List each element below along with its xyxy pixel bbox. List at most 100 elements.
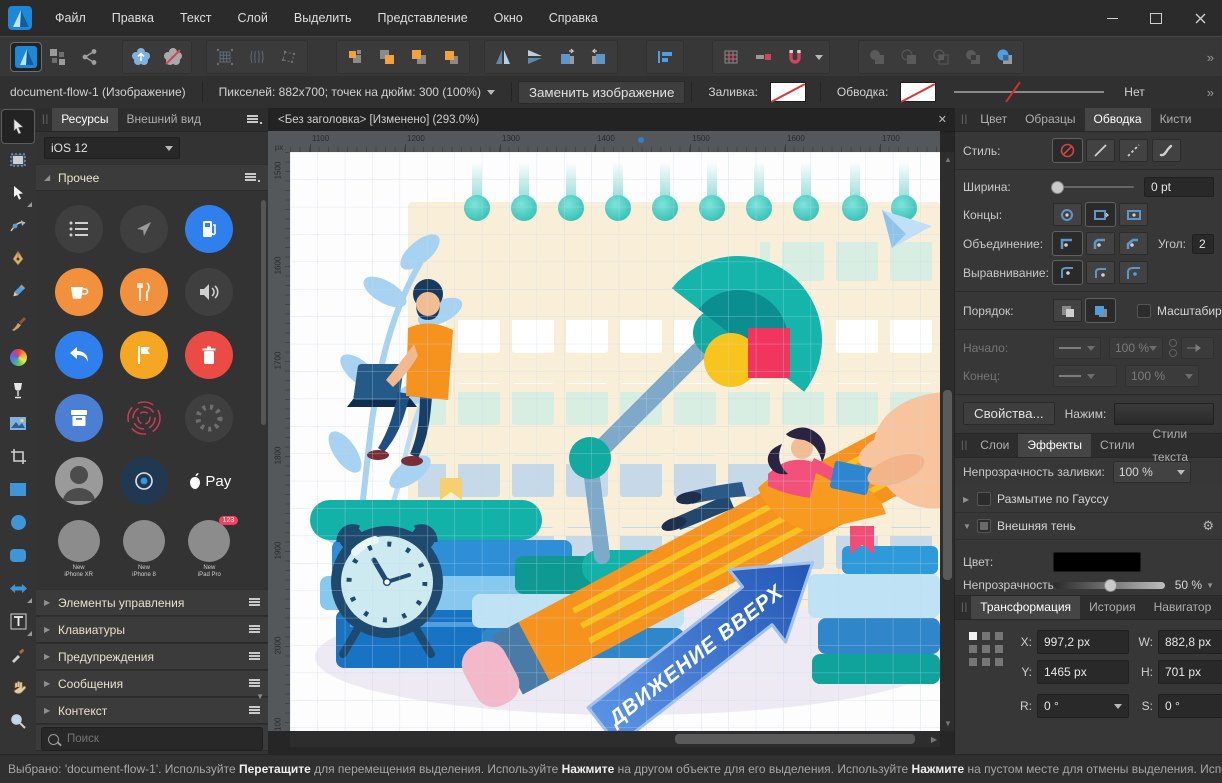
section-menu-icon[interactable] bbox=[249, 598, 260, 607]
section-menu-icon[interactable] bbox=[249, 625, 260, 634]
rounded-rectangle-tool[interactable] bbox=[2, 539, 34, 572]
menu-layer[interactable]: Слой bbox=[224, 0, 280, 36]
rectangle-tool[interactable] bbox=[2, 473, 34, 506]
pen-tool[interactable] bbox=[2, 242, 34, 275]
section-controls[interactable]: ▶Элементы управления bbox=[36, 589, 268, 616]
stroke-width-slider[interactable] bbox=[1053, 186, 1134, 188]
document-close-icon[interactable]: ✕ bbox=[938, 113, 947, 126]
tab-navigator[interactable]: Навигатор bbox=[1145, 596, 1221, 619]
warp-button[interactable] bbox=[242, 43, 272, 71]
move-forward-one-button[interactable] bbox=[404, 43, 434, 71]
section-menu-button[interactable] bbox=[245, 173, 260, 182]
arrow-shape-tool[interactable] bbox=[2, 572, 34, 605]
contextbar-overflow-button[interactable]: » bbox=[1207, 85, 1214, 100]
w-field[interactable]: 882,8 px bbox=[1158, 630, 1222, 654]
asset-fuel-icon[interactable] bbox=[185, 205, 233, 253]
transparency-tool[interactable] bbox=[2, 374, 34, 407]
boolean-intersect-button[interactable] bbox=[926, 43, 956, 71]
move-tool[interactable] bbox=[2, 110, 34, 143]
tab-appearance[interactable]: Внешний вид bbox=[118, 108, 210, 131]
ellipse-tool[interactable] bbox=[2, 506, 34, 539]
stroke-style-brush-button[interactable] bbox=[1152, 139, 1181, 162]
artboard-tool[interactable] bbox=[2, 143, 34, 176]
effect-expanded-icon[interactable]: ▼ bbox=[963, 522, 977, 531]
outer-shadow-checkbox[interactable] bbox=[977, 519, 991, 533]
scroll-down-icon[interactable]: ▼ bbox=[944, 719, 952, 728]
stroke-width-slider[interactable] bbox=[954, 91, 1104, 93]
end-style-dropdown[interactable] bbox=[1053, 365, 1117, 387]
panel-grip[interactable]: || bbox=[961, 440, 968, 451]
show-grid-button[interactable] bbox=[716, 43, 746, 71]
start-scale-dropdown[interactable]: 100 % bbox=[1109, 337, 1163, 359]
node-tool[interactable] bbox=[2, 176, 34, 209]
asset-fingerprint-icon[interactable] bbox=[120, 394, 168, 442]
tab-assets[interactable]: Ресурсы bbox=[52, 108, 117, 131]
snap-to-pixel-button[interactable] bbox=[748, 43, 778, 71]
properties-button[interactable]: Свойства... bbox=[963, 402, 1055, 425]
align-inside-button[interactable] bbox=[1086, 261, 1115, 284]
section-context[interactable]: ▶Контекст bbox=[36, 697, 268, 724]
move-to-back-button[interactable] bbox=[340, 43, 370, 71]
anchor-point-selector[interactable] bbox=[969, 632, 1004, 720]
fill-swatch[interactable] bbox=[770, 82, 806, 102]
vertical-scroll-thumb[interactable] bbox=[943, 390, 952, 580]
fill-opacity-dropdown[interactable]: 100 % bbox=[1113, 461, 1191, 483]
shadow-color-swatch[interactable] bbox=[1053, 552, 1141, 572]
illustration-canvas[interactable]: ДВИЖЕНИЕ ВВЕРХ bbox=[290, 152, 940, 731]
tab-stroke[interactable]: Обводка bbox=[1085, 108, 1151, 131]
menu-window[interactable]: Окно bbox=[481, 0, 536, 36]
move-to-front-button[interactable] bbox=[436, 43, 466, 71]
corner-tool[interactable] bbox=[2, 209, 34, 242]
section-messages[interactable]: ▶Сообщения bbox=[36, 670, 268, 697]
slider-knob[interactable] bbox=[1051, 181, 1064, 194]
asset-apple-pay-icon[interactable]: Pay bbox=[185, 457, 233, 505]
tab-colour[interactable]: Цвет bbox=[971, 108, 1016, 131]
asset-list-icon[interactable] bbox=[55, 205, 103, 253]
asset-coffee-icon[interactable] bbox=[55, 268, 103, 316]
join-miter-button[interactable] bbox=[1053, 232, 1082, 255]
tab-transform[interactable]: Трансформация bbox=[971, 596, 1080, 619]
menu-view[interactable]: Представление bbox=[365, 0, 481, 36]
horizontal-scroll-thumb[interactable] bbox=[675, 734, 915, 744]
category-select[interactable]: iOS 12 bbox=[44, 137, 180, 159]
pressure-profile-field[interactable] bbox=[1114, 403, 1214, 425]
section-other-header[interactable]: ◢ Прочее bbox=[36, 164, 268, 191]
section-alerts[interactable]: ▶Предупреждения bbox=[36, 643, 268, 670]
vertical-scrollbar[interactable]: ▲ ▼ bbox=[940, 152, 955, 731]
order-front-button[interactable] bbox=[1086, 299, 1115, 322]
stroke-style-solid-button[interactable] bbox=[1086, 139, 1115, 162]
persona-designer-button[interactable] bbox=[11, 43, 41, 71]
rotate-ccw-button[interactable] bbox=[552, 43, 582, 71]
fill-tool[interactable] bbox=[2, 341, 34, 374]
assets-scrollbar[interactable] bbox=[261, 200, 266, 425]
color-picker-tool[interactable] bbox=[2, 638, 34, 671]
scroll-down-icon[interactable]: ▼ bbox=[256, 692, 264, 701]
y-field[interactable]: 1465 px bbox=[1037, 660, 1129, 684]
asset-flag-icon[interactable] bbox=[120, 331, 168, 379]
mesh-warp-button[interactable] bbox=[210, 43, 240, 71]
minimize-button[interactable] bbox=[1090, 0, 1134, 36]
vertical-ruler[interactable]: 1500 1600 1700 1800 1900 2000 2100 bbox=[268, 152, 291, 731]
slider-knob[interactable] bbox=[1104, 579, 1117, 592]
effect-collapsed-icon[interactable]: ▶ bbox=[963, 495, 977, 504]
boolean-add-button[interactable] bbox=[862, 43, 892, 71]
asset-device-iphone-8[interactable]: New iPhone 8 bbox=[123, 520, 165, 579]
flip-horizontal-button[interactable] bbox=[488, 43, 518, 71]
asset-navigation-icon[interactable] bbox=[120, 205, 168, 253]
section-menu-icon[interactable] bbox=[249, 706, 260, 715]
paste-inside-button[interactable] bbox=[126, 43, 156, 71]
order-behind-button[interactable] bbox=[1053, 299, 1082, 322]
search-input[interactable] bbox=[65, 732, 256, 746]
tab-styles[interactable]: Стили bbox=[1091, 434, 1144, 457]
panel-grip[interactable]: || bbox=[961, 602, 968, 613]
start-style-dropdown[interactable] bbox=[1053, 337, 1101, 359]
horizontal-scrollbar[interactable]: ▶ bbox=[290, 731, 940, 747]
arrowhead-dropdown[interactable] bbox=[1181, 337, 1214, 359]
miter-field[interactable]: 2 bbox=[1192, 234, 1214, 254]
cap-butt-button[interactable] bbox=[1053, 203, 1082, 226]
replace-image-button[interactable]: Заменить изображение bbox=[518, 81, 685, 104]
text-tool[interactable] bbox=[2, 605, 34, 638]
tab-brushes[interactable]: Кисти bbox=[1151, 108, 1201, 131]
persona-export-button[interactable] bbox=[75, 43, 105, 71]
pencil-tool[interactable] bbox=[2, 275, 34, 308]
